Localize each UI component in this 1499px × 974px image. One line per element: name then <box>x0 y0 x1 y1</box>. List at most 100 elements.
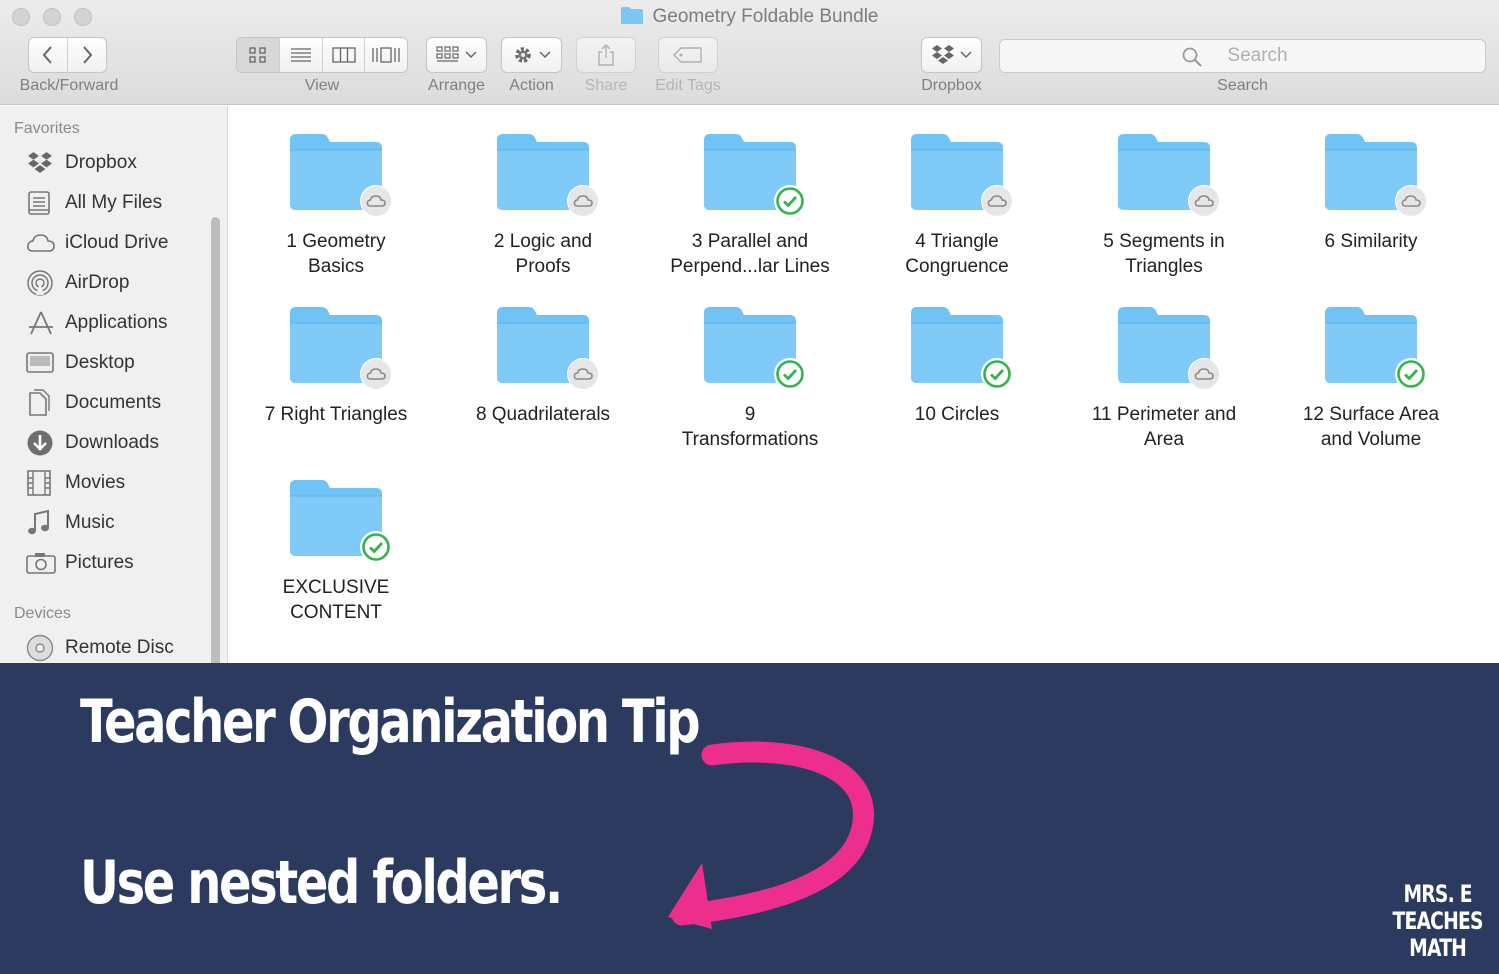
synced-check-icon <box>1395 358 1427 390</box>
sidebar-item-remote-disc[interactable]: Remote Disc <box>26 633 174 663</box>
gear-icon <box>515 47 531 63</box>
share-icon <box>598 44 614 66</box>
folder-item[interactable]: 7 Right Triangles <box>236 303 436 427</box>
sidebar-item-label: Remote Disc <box>65 637 174 658</box>
folder-label: 8 Quadrilaterals <box>475 404 611 425</box>
folder-item[interactable]: 3 Parallel and Perpend...lar Lines <box>650 130 850 279</box>
share-label: Share <box>584 77 628 94</box>
search-input[interactable] <box>999 39 1486 73</box>
sidebar-item-label: Music <box>65 512 115 533</box>
sidebar-item-movies[interactable]: Movies <box>26 468 125 498</box>
folder-item[interactable]: 12 Surface Area and Volume <box>1271 303 1471 452</box>
favorites-heading: Favorites <box>14 120 80 137</box>
dropbox-icon <box>26 149 56 177</box>
sidebar-item-applications[interactable]: Applications <box>26 308 167 338</box>
music-icon <box>26 509 56 537</box>
cloud-status-icon <box>360 358 392 390</box>
curved-arrow-icon <box>668 741 874 929</box>
folder-icon-wrap <box>907 130 1013 217</box>
grid-icon <box>249 47 266 63</box>
dropbox-button[interactable] <box>922 38 981 72</box>
folder-item[interactable]: 9 Transformations <box>650 303 850 452</box>
tag-icon <box>673 47 702 63</box>
forward-button[interactable] <box>68 38 106 72</box>
folder-icon-wrap <box>493 130 599 217</box>
share-button[interactable] <box>577 38 635 72</box>
folder-item[interactable]: 10 Circles <box>857 303 1057 427</box>
sidebar-scrollbar[interactable] <box>211 217 220 663</box>
sidebar-item-label: iCloud Drive <box>65 232 169 253</box>
folder-icon-wrap <box>493 303 599 390</box>
folder-label: 4 Triangle Congruence <box>905 231 1009 277</box>
back-button[interactable] <box>29 38 68 72</box>
folder-item[interactable]: 6 Similarity <box>1271 130 1471 254</box>
cloud-status-icon <box>567 185 599 217</box>
folder-grid: 1 Geometry Basics 2 Logic and Proofs 3 P <box>229 106 1499 663</box>
sidebar-item-music[interactable]: Music <box>26 508 115 538</box>
folder-item[interactable]: 2 Logic and Proofs <box>443 130 643 279</box>
folder-label: 5 Segments in Triangles <box>1103 231 1225 277</box>
folder-item[interactable]: 5 Segments in Triangles <box>1064 130 1264 279</box>
sidebar-item-dropbox[interactable]: Dropbox <box>26 148 137 178</box>
folder-icon-wrap <box>1114 130 1220 217</box>
brand-line: MRS. E <box>1403 880 1473 908</box>
desktop-icon <box>26 349 56 377</box>
tip-title: Teacher Organization Tip <box>80 687 701 757</box>
applications-icon <box>26 309 56 337</box>
chevron-down-icon <box>465 51 477 59</box>
all-files-icon <box>26 189 56 217</box>
folder-icon-wrap <box>1321 130 1427 217</box>
arrange-button[interactable] <box>427 38 486 72</box>
cloud-status-icon <box>981 185 1013 217</box>
sidebar-item-documents[interactable]: Documents <box>26 388 161 418</box>
cloud-status-icon <box>360 185 392 217</box>
action-button[interactable] <box>502 38 561 72</box>
synced-check-icon <box>774 358 806 390</box>
folder-icon-wrap <box>1114 303 1220 390</box>
brand-line: TEACHES <box>1392 907 1484 935</box>
cover-flow-button[interactable] <box>365 38 407 72</box>
edit-tags-button[interactable] <box>659 38 717 72</box>
airdrop-icon <box>26 269 56 297</box>
column-view-button[interactable] <box>323 38 365 72</box>
window-title-text: Geometry Foldable Bundle <box>652 6 879 27</box>
dropbox-control <box>921 37 982 73</box>
folder-label: 12 Surface Area and Volume <box>1302 404 1440 450</box>
devices-heading: Devices <box>14 605 71 622</box>
synced-check-icon <box>774 185 806 217</box>
folder-item[interactable]: 1 Geometry Basics <box>236 130 436 279</box>
dropbox-label: Dropbox <box>921 77 982 94</box>
synced-check-icon <box>360 531 392 563</box>
folder-item[interactable]: 8 Quadrilaterals <box>443 303 643 427</box>
sidebar-item-airdrop[interactable]: AirDrop <box>26 268 129 298</box>
folder-label: 7 Right Triangles <box>264 404 408 425</box>
folder-item[interactable]: 11 Perimeter and Area <box>1064 303 1264 452</box>
action-label: Action <box>509 77 554 94</box>
documents-icon <box>26 389 56 417</box>
folder-item[interactable]: EXCLUSIVE CONTENT <box>236 476 436 625</box>
folder-label: 2 Logic and Proofs <box>493 231 593 277</box>
folder-item[interactable]: 4 Triangle Congruence <box>857 130 1057 279</box>
sidebar-item-icloud-drive[interactable]: iCloud Drive <box>26 228 168 258</box>
icon-view-button[interactable] <box>237 38 280 72</box>
folder-icon-wrap <box>907 303 1013 390</box>
arrange-control <box>426 37 487 73</box>
cloud-status-icon <box>1188 185 1220 217</box>
finder-window: Geometry Foldable Bundle Back/Forward Vi… <box>0 0 1499 663</box>
folder-label: 6 Similarity <box>1324 231 1418 252</box>
sidebar-item-label: Desktop <box>65 352 135 373</box>
disc-icon <box>26 634 56 662</box>
chevron-down-icon <box>539 51 551 59</box>
sidebar-item-downloads[interactable]: Downloads <box>26 428 159 458</box>
sidebar-item-desktop[interactable]: Desktop <box>26 348 135 378</box>
cloud-status-icon <box>567 358 599 390</box>
back-forward-label: Back/Forward <box>19 77 119 94</box>
sidebar-item-pictures[interactable]: Pictures <box>26 548 134 578</box>
folder-icon-wrap <box>286 476 392 563</box>
downloads-icon <box>26 429 56 457</box>
list-view-button[interactable] <box>280 38 323 72</box>
columns-icon <box>331 47 356 63</box>
sidebar-item-all-my-files[interactable]: All My Files <box>26 188 162 218</box>
cloud-icon <box>26 229 56 257</box>
folder-label: 1 Geometry Basics <box>286 231 386 277</box>
